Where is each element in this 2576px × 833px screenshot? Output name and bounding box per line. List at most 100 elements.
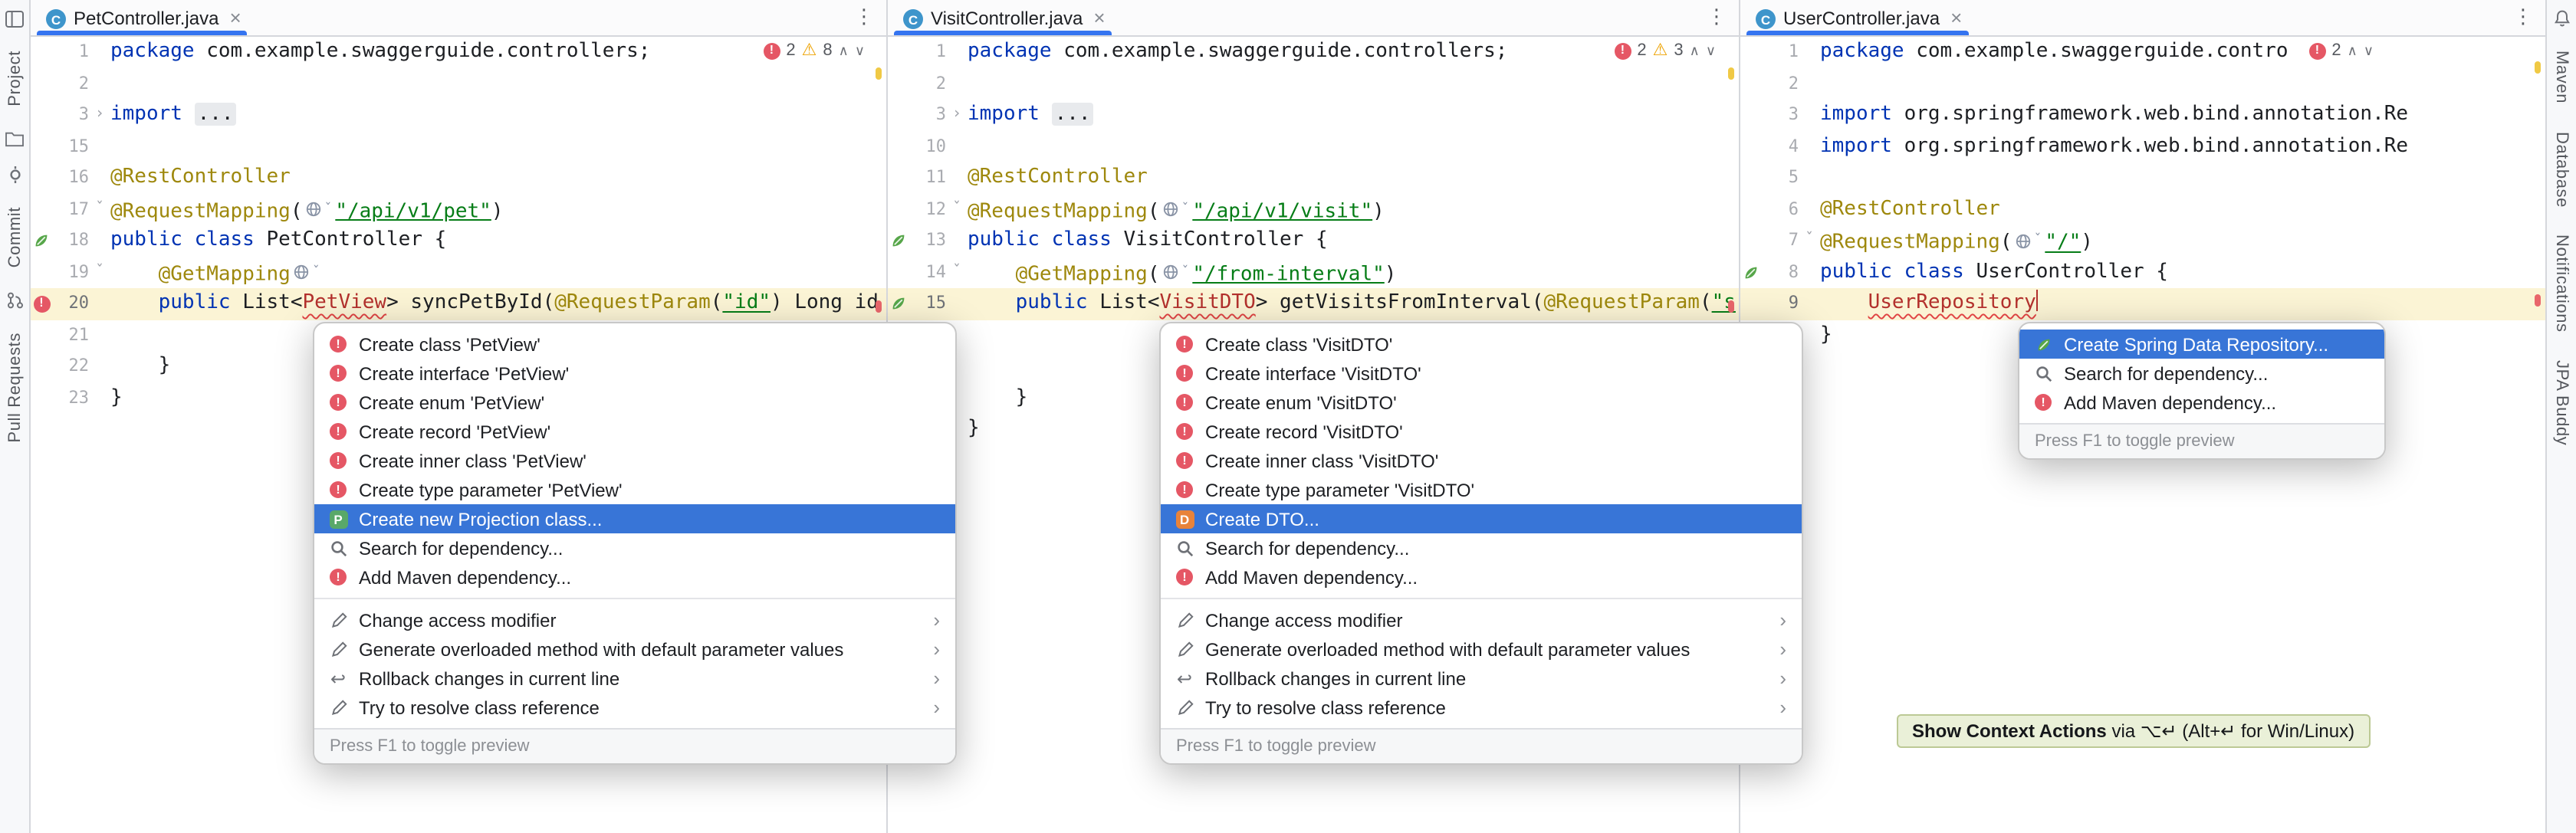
code-line[interactable]: 18public class PetController { [31, 225, 886, 257]
code-line[interactable]: 8public class UserController { [1740, 257, 2545, 288]
code-line[interactable]: 13public class VisitController { [888, 225, 1739, 257]
fold-marker[interactable]: ˇ [89, 257, 110, 288]
code-line[interactable]: 4import org.springframework.web.bind.ann… [1740, 131, 2545, 162]
editor-tab[interactable]: CPetController.java× [31, 0, 254, 35]
gutter-error-icon[interactable]: ! [31, 288, 52, 320]
intention-action-item[interactable]: DCreate DTO... [1161, 504, 1802, 533]
intention-action-item[interactable]: !Create record 'VisitDTO' [1161, 417, 1802, 446]
intention-action-item[interactable]: ↩Rollback changes in current line› [1161, 664, 1802, 693]
fold-marker[interactable]: › [946, 100, 968, 131]
intention-action-item[interactable]: ↩Rollback changes in current line› [314, 664, 955, 693]
intention-action-item[interactable]: Search for dependency... [314, 533, 955, 562]
url-globe-inlay-icon[interactable]: ˇ [305, 194, 332, 225]
tool-stripe-pull-requests[interactable]: Pull Requests [5, 333, 24, 443]
code-line[interactable]: 3›import ... [888, 100, 1739, 131]
intention-action-item[interactable]: !Add Maven dependency... [314, 562, 955, 592]
code-line[interactable]: 5 [1740, 162, 2545, 194]
editor-tab[interactable]: CVisitController.java× [888, 0, 1118, 35]
code-line[interactable]: 11@RestController [888, 162, 1739, 194]
intention-action-item[interactable]: !Create inner class 'VisitDTO' [1161, 446, 1802, 475]
prev-error-chevron-icon[interactable]: ∧ [2348, 42, 2358, 59]
tool-stripe-jpa-buddy[interactable]: JPA Buddy [2552, 360, 2571, 445]
spring-bean-icon[interactable] [888, 225, 909, 257]
inspections-widget[interactable]: !2⚠3∧∨ [1608, 41, 1716, 60]
code-line[interactable]: 2 [31, 68, 886, 100]
code-line[interactable]: 10 [888, 131, 1739, 162]
fold-marker[interactable]: › [89, 100, 110, 131]
intention-action-item[interactable]: !Create enum 'VisitDTO' [1161, 388, 1802, 417]
url-globe-inlay-icon[interactable]: ˇ [1162, 257, 1189, 288]
tab-close-icon[interactable]: × [1950, 8, 1962, 28]
commit-icon[interactable] [4, 165, 25, 186]
intention-action-item[interactable]: !Create class 'VisitDTO' [1161, 330, 1802, 359]
intention-action-item[interactable]: Generate overloaded method with default … [1161, 635, 1802, 664]
intention-action-item[interactable]: !Create inner class 'PetView' [314, 446, 955, 475]
tool-stripe-maven[interactable]: Maven [2552, 51, 2571, 103]
tab-options-kebab-icon[interactable]: ⋮ [2513, 5, 2533, 29]
intention-action-item[interactable]: !Create type parameter 'PetView' [314, 475, 955, 504]
code-line[interactable]: 19ˇ @GetMappingˇ [31, 257, 886, 288]
intention-action-item[interactable]: Change access modifier› [1161, 605, 1802, 635]
tool-stripe-commit[interactable]: Commit [5, 208, 24, 268]
fold-marker[interactable]: ˇ [1799, 225, 1820, 257]
intention-action-item[interactable]: !Create type parameter 'VisitDTO' [1161, 475, 1802, 504]
intention-action-item[interactable]: Search for dependency... [1161, 533, 1802, 562]
intention-action-item[interactable]: !Create interface 'VisitDTO' [1161, 359, 1802, 388]
code-line[interactable]: 16@RestController [31, 162, 886, 194]
prev-error-chevron-icon[interactable]: ∧ [839, 42, 849, 59]
fold-marker[interactable]: ˇ [946, 257, 968, 288]
code-line[interactable]: 9 UserRepository [1740, 288, 2545, 320]
project-view-icon[interactable] [4, 8, 25, 29]
code-line[interactable]: 6@RestController [1740, 194, 2545, 225]
intention-action-item[interactable]: Generate overloaded method with default … [314, 635, 955, 664]
tool-stripe-project[interactable]: Project [5, 51, 24, 107]
tool-stripe-notifications[interactable]: Notifications [2552, 234, 2571, 333]
spring-bean-icon[interactable] [1740, 257, 1762, 288]
tab-options-kebab-icon[interactable]: ⋮ [854, 5, 874, 29]
code-line[interactable]: !20 public List<PetView> syncPetById(@Re… [31, 288, 886, 320]
prev-error-chevron-icon[interactable]: ∧ [1690, 42, 1700, 59]
code-line[interactable]: 2 [1740, 68, 2545, 100]
intention-action-item[interactable]: Create Spring Data Repository... [2019, 330, 2384, 359]
intention-action-item[interactable]: PCreate new Projection class... [314, 504, 955, 533]
tab-close-icon[interactable]: × [1093, 8, 1105, 28]
intention-action-item[interactable]: !Add Maven dependency... [1161, 562, 1802, 592]
url-globe-inlay-icon[interactable]: ˇ [2015, 225, 2042, 257]
code-line[interactable]: 12ˇ@RequestMapping(ˇ"/api/v1/visit") [888, 194, 1739, 225]
next-error-chevron-icon[interactable]: ∨ [855, 42, 865, 59]
code-line[interactable]: 15 public List<VisitDTO> getVisitsFromIn… [888, 288, 1739, 320]
spring-bean-icon[interactable] [888, 288, 909, 320]
fold-marker[interactable]: ˇ [89, 194, 110, 225]
tab-close-icon[interactable]: × [229, 8, 241, 28]
folder-icon[interactable] [4, 128, 25, 149]
inspections-widget[interactable]: !2∧∨ [2302, 41, 2374, 60]
code-line[interactable]: 7ˇ@RequestMapping(ˇ"/") [1740, 225, 2545, 257]
code-line[interactable]: 3import org.springframework.web.bind.ann… [1740, 100, 2545, 131]
code-line[interactable]: 14ˇ @GetMapping(ˇ"/from-interval") [888, 257, 1739, 288]
code-line[interactable]: 2 [888, 68, 1739, 100]
editor-tab[interactable]: CUserController.java× [1740, 0, 1974, 35]
url-globe-inlay-icon[interactable]: ˇ [1162, 194, 1189, 225]
fold-marker[interactable]: ˇ [946, 194, 968, 225]
intention-action-item[interactable]: Try to resolve class reference› [314, 693, 955, 722]
code-line[interactable]: 17ˇ@RequestMapping(ˇ"/api/v1/pet") [31, 194, 886, 225]
spring-bean-icon[interactable] [31, 225, 52, 257]
next-error-chevron-icon[interactable]: ∨ [1706, 42, 1716, 59]
tool-stripe-database[interactable]: Database [2552, 131, 2571, 207]
code-line[interactable]: 3›import ... [31, 100, 886, 131]
notifications-bell-icon[interactable] [2551, 8, 2572, 29]
next-error-chevron-icon[interactable]: ∨ [2364, 42, 2374, 59]
intention-action-item[interactable]: !Create enum 'PetView' [314, 388, 955, 417]
code-line[interactable]: 15 [31, 131, 886, 162]
url-globe-inlay-icon[interactable]: ˇ [294, 257, 320, 288]
intention-action-item[interactable]: !Add Maven dependency... [2019, 388, 2384, 417]
intention-action-item[interactable]: !Create class 'PetView' [314, 330, 955, 359]
inspections-widget[interactable]: !2⚠8∧∨ [757, 41, 865, 60]
intention-action-item[interactable]: !Create record 'PetView' [314, 417, 955, 446]
intention-action-item[interactable]: !Create interface 'PetView' [314, 359, 955, 388]
code-line[interactable]: 1package com.example.swaggerguide.contro [1740, 37, 2545, 68]
tab-options-kebab-icon[interactable]: ⋮ [1707, 5, 1727, 29]
intention-action-item[interactable]: Change access modifier› [314, 605, 955, 635]
intention-action-item[interactable]: Search for dependency... [2019, 359, 2384, 388]
intention-action-item[interactable]: Try to resolve class reference› [1161, 693, 1802, 722]
